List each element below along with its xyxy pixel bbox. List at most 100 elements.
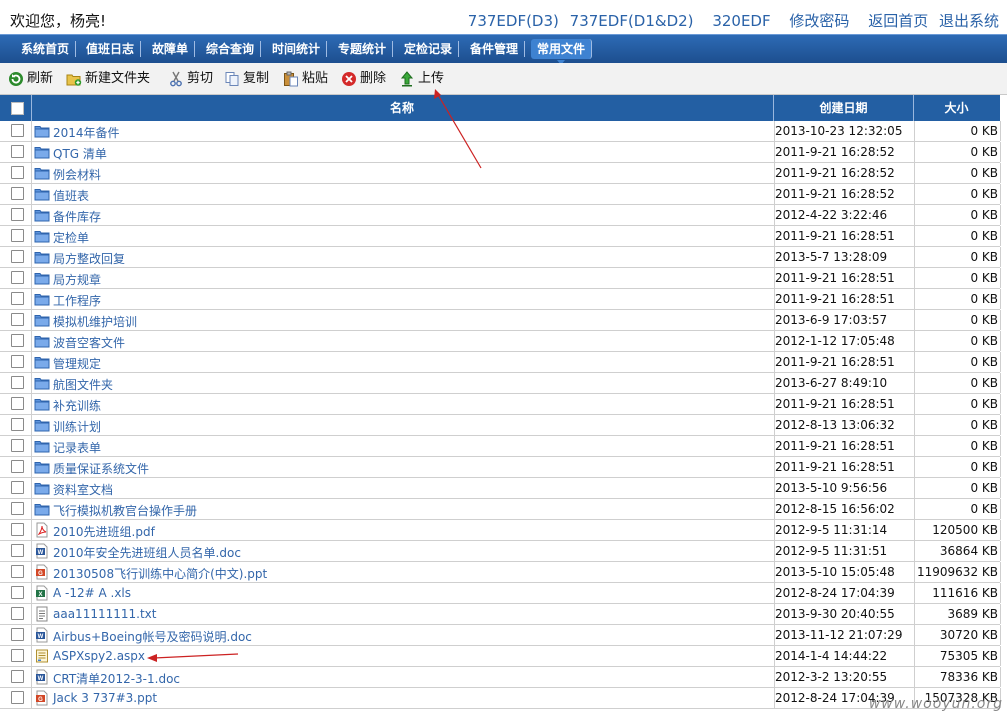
file-name-link[interactable]: 2014年备件: [53, 124, 120, 141]
row-checkbox[interactable]: [11, 334, 24, 347]
nav-item-inspection[interactable]: 定检记录: [398, 41, 460, 57]
file-name-link[interactable]: 资料室文档: [53, 481, 113, 498]
row-checkbox[interactable]: [11, 670, 24, 683]
file-name-link[interactable]: 补充训练: [53, 397, 101, 414]
file-name-link[interactable]: 记录表单: [53, 439, 101, 456]
file-name-link[interactable]: ASPXspy2.aspx: [53, 649, 145, 663]
table-row[interactable]: 记录表单 2011-9-21 16:28:51 0 KB: [0, 436, 1001, 457]
new-folder-button[interactable]: 新建文件夹: [66, 70, 150, 88]
file-name-link[interactable]: 20130508飞行训练中心简介(中文).ppt: [53, 565, 267, 582]
file-name-link[interactable]: 局方规章: [53, 271, 101, 288]
table-row[interactable]: 局方规章 2011-9-21 16:28:51 0 KB: [0, 268, 1001, 289]
name-column-header[interactable]: 名称: [31, 95, 774, 121]
file-name-link[interactable]: A -12# A .xls: [53, 586, 131, 600]
row-checkbox[interactable]: [11, 628, 24, 641]
row-checkbox[interactable]: [11, 418, 24, 431]
table-row[interactable]: X A -12# A .xls 2012-8-24 17:04:39 111616 K…: [0, 583, 1001, 604]
file-name-link[interactable]: 训练计划: [53, 418, 101, 435]
upload-button[interactable]: 上传: [399, 70, 444, 88]
file-name-link[interactable]: aaa11111111.txt: [53, 607, 156, 621]
table-row[interactable]: W 2010年安全先进班组人员名单.doc 2012-9-5 11:31:51 368…: [0, 541, 1001, 562]
nav-item-topic-stats[interactable]: 专题统计: [332, 41, 394, 57]
nav-item-query[interactable]: 综合查询: [200, 41, 262, 57]
table-row[interactable]: 2010先进班组.pdf 2012-9-5 11:31:14 120500 KB: [0, 520, 1001, 541]
table-row[interactable]: 工作程序 2011-9-21 16:28:51 0 KB: [0, 289, 1001, 310]
date-column-header[interactable]: 创建日期: [774, 95, 914, 121]
row-checkbox[interactable]: [11, 355, 24, 368]
size-column-header[interactable]: 大小: [914, 95, 999, 121]
table-row[interactable]: ASPXspy2.aspx 2014-1-4 14:44:22 75305 KB: [0, 646, 1001, 667]
file-name-link[interactable]: 工作程序: [53, 292, 101, 309]
table-row[interactable]: G Jack 3 737#3.ppt 2012-8-24 17:04:39 15073…: [0, 688, 1001, 709]
file-name-link[interactable]: 值班表: [53, 187, 89, 204]
row-checkbox[interactable]: [11, 187, 24, 200]
link-737edf-d1d2[interactable]: 737EDF(D1&D2): [570, 12, 694, 30]
row-checkbox[interactable]: [11, 229, 24, 242]
select-all-checkbox[interactable]: [11, 102, 24, 115]
nav-item-spare-parts[interactable]: 备件管理: [464, 41, 526, 57]
table-row[interactable]: QTG 清单 2011-9-21 16:28:52 0 KB: [0, 142, 1001, 163]
file-name-link[interactable]: 航图文件夹: [53, 376, 113, 393]
table-row[interactable]: 波音空客文件 2012-1-12 17:05:48 0 KB: [0, 331, 1001, 352]
table-row[interactable]: 资料室文档 2013-5-10 9:56:56 0 KB: [0, 478, 1001, 499]
table-row[interactable]: 训练计划 2012-8-13 13:06:32 0 KB: [0, 415, 1001, 436]
table-row[interactable]: 例会材料 2011-9-21 16:28:52 0 KB: [0, 163, 1001, 184]
row-checkbox[interactable]: [11, 292, 24, 305]
row-checkbox[interactable]: [11, 565, 24, 578]
file-name-link[interactable]: 备件库存: [53, 208, 101, 225]
table-row[interactable]: 补充训练 2011-9-21 16:28:51 0 KB: [0, 394, 1001, 415]
file-name-link[interactable]: QTG 清单: [53, 145, 107, 162]
table-row[interactable]: W Airbus+Boeing帐号及密码说明.doc 2013-11-12 21:0…: [0, 625, 1001, 646]
home-link[interactable]: 返回首页: [868, 12, 928, 30]
row-checkbox[interactable]: [11, 460, 24, 473]
table-row[interactable]: 管理规定 2011-9-21 16:28:51 0 KB: [0, 352, 1001, 373]
table-row[interactable]: 2014年备件 2013-10-23 12:32:05 0 KB: [0, 121, 1001, 142]
nav-item-duty-log[interactable]: 值班日志: [80, 41, 142, 57]
logout-link[interactable]: 退出系统: [939, 12, 999, 30]
row-checkbox[interactable]: [11, 586, 24, 599]
file-name-link[interactable]: 模拟机维护培训: [53, 313, 137, 330]
row-checkbox[interactable]: [11, 481, 24, 494]
table-row[interactable]: 质量保证系统文件 2011-9-21 16:28:51 0 KB: [0, 457, 1001, 478]
row-checkbox[interactable]: [11, 523, 24, 536]
row-checkbox[interactable]: [11, 544, 24, 557]
file-name-link[interactable]: 局方整改回复: [53, 250, 125, 267]
row-checkbox[interactable]: [11, 145, 24, 158]
change-password-link[interactable]: 修改密码: [789, 12, 849, 30]
table-row[interactable]: 飞行模拟机教官台操作手册 2012-8-15 16:56:02 0 KB: [0, 499, 1001, 520]
file-name-link[interactable]: 管理规定: [53, 355, 101, 372]
nav-item-time-stats[interactable]: 时间统计: [266, 41, 328, 57]
copy-button[interactable]: 复制: [224, 70, 269, 88]
table-row[interactable]: G 20130508飞行训练中心简介(中文).ppt 2013-5-10 15:05…: [0, 562, 1001, 583]
file-name-link[interactable]: 质量保证系统文件: [53, 460, 149, 477]
file-name-link[interactable]: 例会材料: [53, 166, 101, 183]
file-name-link[interactable]: 2010年安全先进班组人员名单.doc: [53, 544, 241, 561]
row-checkbox[interactable]: [11, 376, 24, 389]
row-checkbox[interactable]: [11, 124, 24, 137]
cut-button[interactable]: 剪切: [168, 70, 213, 88]
row-checkbox[interactable]: [11, 166, 24, 179]
file-name-link[interactable]: 飞行模拟机教官台操作手册: [53, 502, 197, 519]
nav-item-home[interactable]: 系统首页: [15, 41, 77, 57]
file-name-link[interactable]: CRT清单2012-3-1.doc: [53, 670, 180, 687]
refresh-button[interactable]: 刷新: [8, 70, 53, 88]
file-name-link[interactable]: 波音空客文件: [53, 334, 125, 351]
file-name-link[interactable]: 2010先进班组.pdf: [53, 523, 155, 540]
row-checkbox[interactable]: [11, 607, 24, 620]
file-name-link[interactable]: Jack 3 737#3.ppt: [53, 691, 157, 705]
table-row[interactable]: 局方整改回复 2013-5-7 13:28:09 0 KB: [0, 247, 1001, 268]
nav-item-common-files[interactable]: 常用文件: [531, 39, 593, 65]
row-checkbox[interactable]: [11, 313, 24, 326]
row-checkbox[interactable]: [11, 649, 24, 662]
delete-button[interactable]: 删除: [341, 70, 386, 88]
table-row[interactable]: 航图文件夹 2013-6-27 8:49:10 0 KB: [0, 373, 1001, 394]
row-checkbox[interactable]: [11, 397, 24, 410]
table-row[interactable]: W CRT清单2012-3-1.doc 2012-3-2 13:20:55 78336…: [0, 667, 1001, 688]
table-row[interactable]: 定检单 2011-9-21 16:28:51 0 KB: [0, 226, 1001, 247]
file-name-link[interactable]: Airbus+Boeing帐号及密码说明.doc: [53, 628, 252, 645]
table-row[interactable]: 备件库存 2012-4-22 3:22:46 0 KB: [0, 205, 1001, 226]
table-row[interactable]: 模拟机维护培训 2013-6-9 17:03:57 0 KB: [0, 310, 1001, 331]
link-320edf[interactable]: 320EDF: [712, 12, 770, 30]
link-737edf-d3[interactable]: 737EDF(D3): [468, 12, 559, 30]
row-checkbox[interactable]: [11, 691, 24, 704]
